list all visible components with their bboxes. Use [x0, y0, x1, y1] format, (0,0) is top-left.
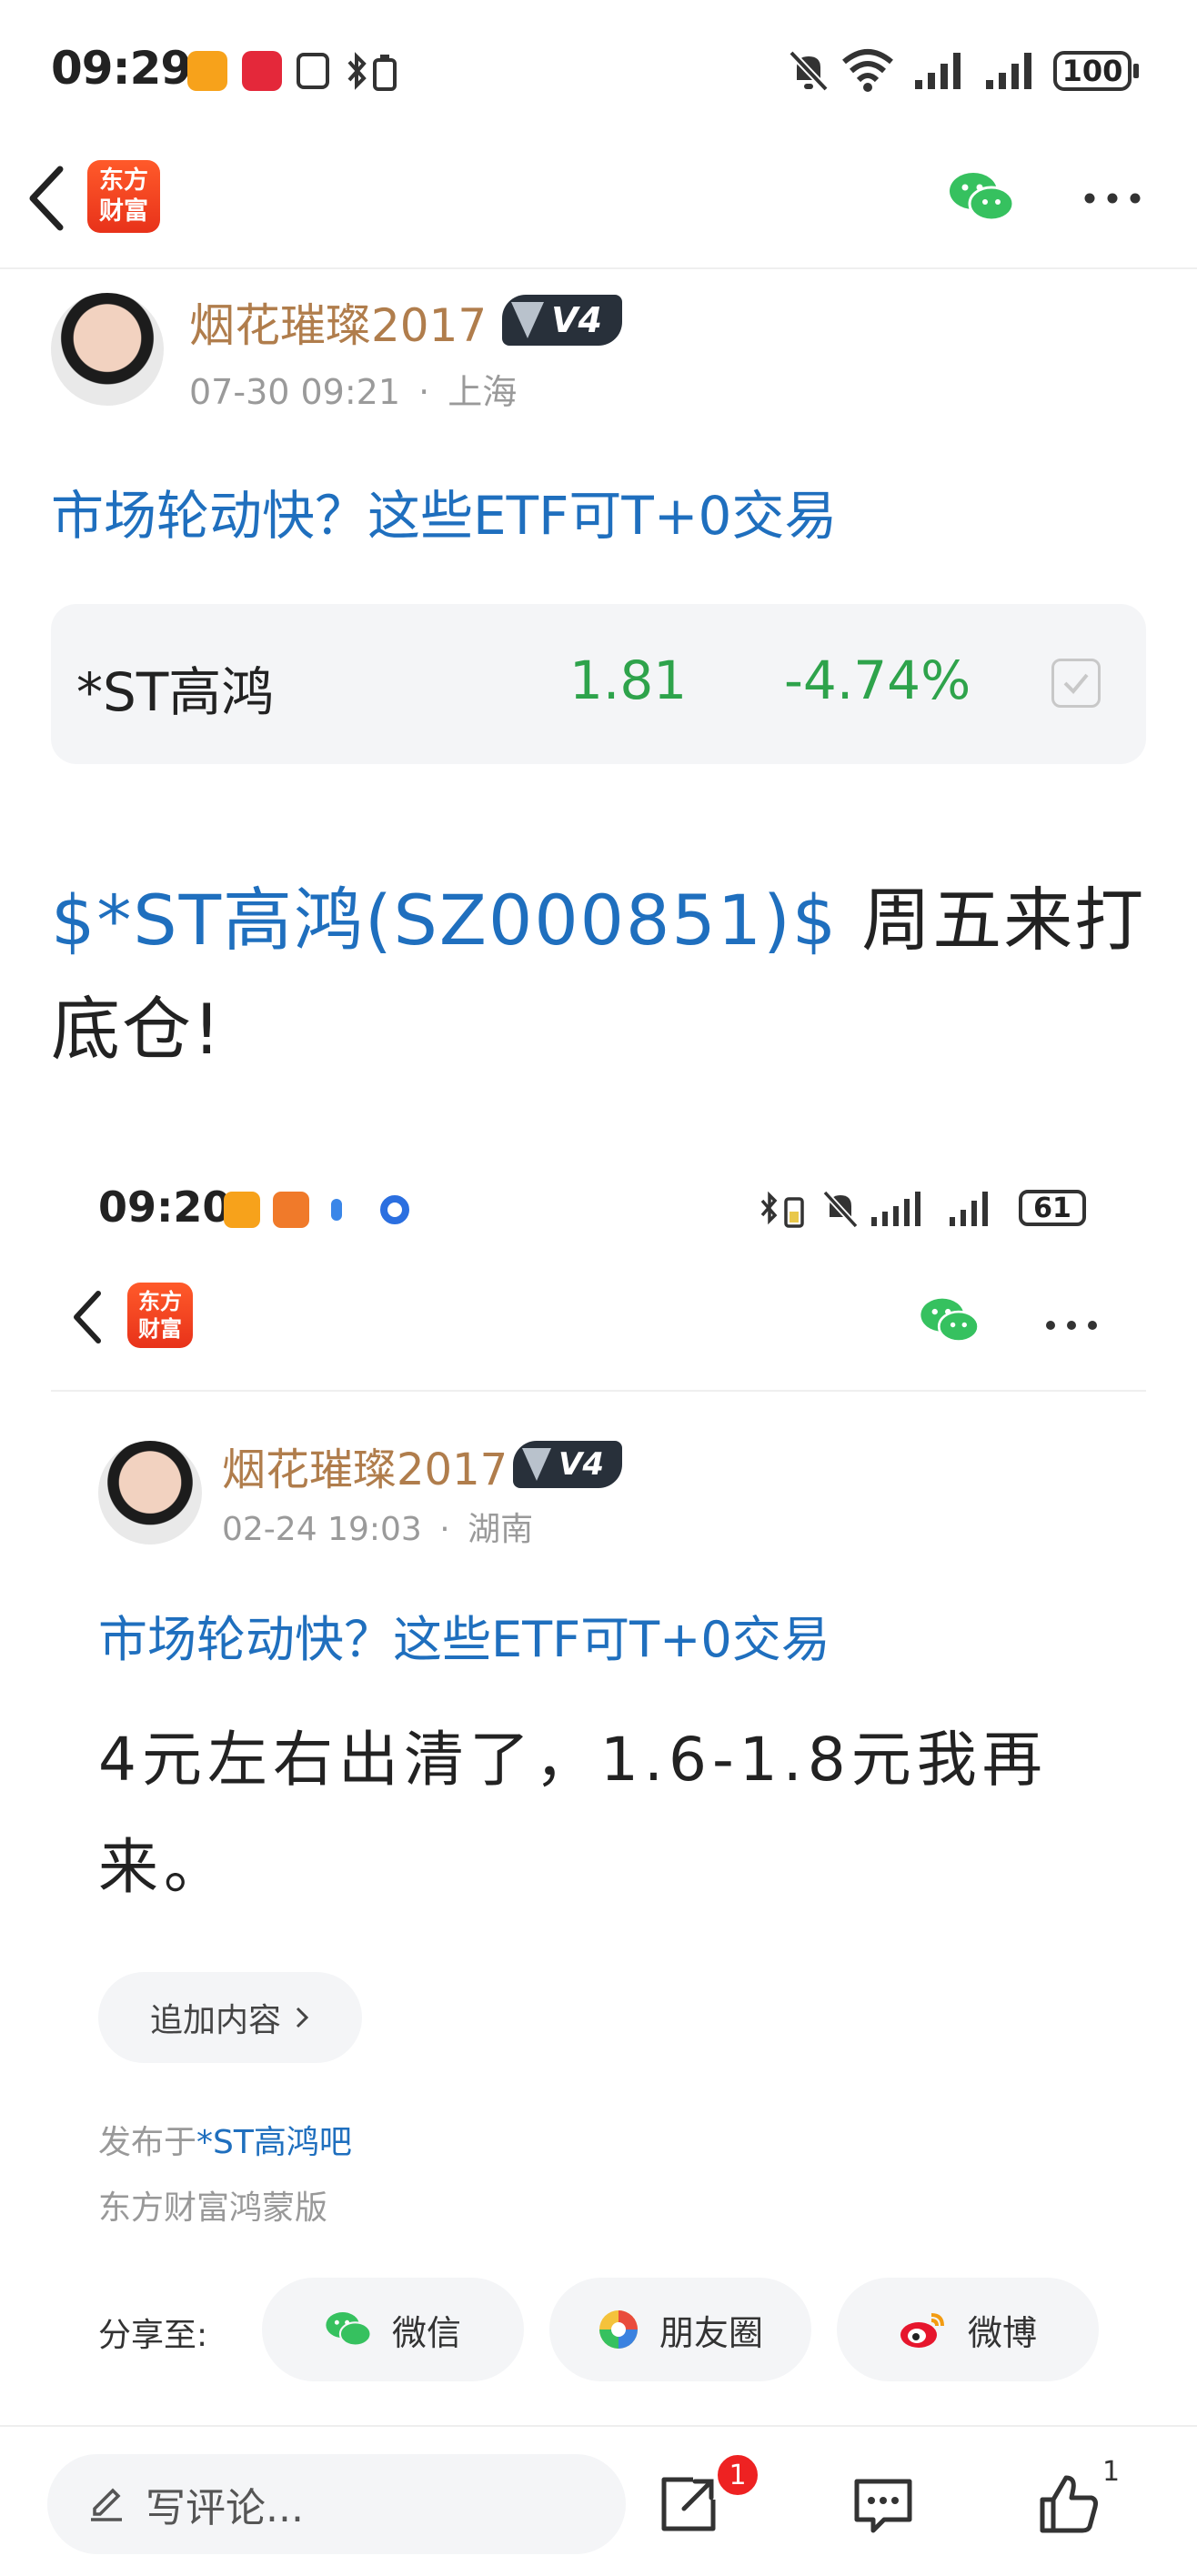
author-avatar[interactable] [51, 293, 164, 406]
meta-separator: · [418, 372, 430, 412]
eastmoney-logo: 东方 财富 [87, 160, 160, 233]
more-menu-icon[interactable] [1082, 191, 1142, 206]
embedded-post-location: 湖南 [468, 1511, 534, 1548]
embedded-promo-title: 市场轮动快？这些ETF可T+0交易 [98, 1611, 830, 1668]
embedded-share-moments-label: 朋友圈 [659, 2312, 763, 2353]
weibo-icon [900, 2313, 944, 2348]
embedded-share-wechat-label: 微信 [391, 2312, 461, 2353]
embedded-app-icon-2 [273, 1192, 309, 1228]
moments-icon [598, 2310, 638, 2349]
signal-icon-1 [915, 53, 961, 89]
header-divider [0, 267, 1197, 269]
status-time: 09:29 [51, 42, 192, 95]
app-header: 东方 财富 [0, 136, 1197, 267]
promo-title-link[interactable]: 市场轮动快？这些ETF可T+0交易 [51, 473, 837, 549]
add-watchlist-checkbox[interactable] [1051, 659, 1101, 708]
embedded-share-moments: 朋友圈 [549, 2278, 811, 2381]
chevron-right-icon [296, 2007, 309, 2028]
pencil-icon [91, 2488, 122, 2521]
embedded-battery-icon: 61 [1019, 1190, 1086, 1226]
embedded-level-badge: V4 [513, 1441, 622, 1488]
stock-quote-card[interactable]: *ST高鸿 1.81 -4.74% [51, 604, 1146, 764]
status-bar: 09:29 100 [0, 0, 1197, 136]
huawei-store-icon [242, 51, 282, 91]
embedded-more-icon [1046, 1321, 1097, 1330]
embedded-app-icon-4 [380, 1195, 409, 1224]
wifi-icon [842, 49, 893, 92]
embedded-wechat-icon [920, 1298, 980, 1343]
embedded-eastmoney-logo: 东方 财富 [127, 1283, 193, 1348]
logo-line-1: 东方 [99, 166, 148, 195]
embedded-screenshot: 09:20 61 东方 财富 烟花璀璨2017 V4 02-24 19:03 ·… [51, 1135, 1146, 2436]
level-text: V4 [551, 300, 602, 340]
stock-change: -4.74% [784, 649, 971, 711]
embedded-logo-line-1: 东方 [138, 1289, 182, 1314]
embedded-header-divider [51, 1390, 1146, 1392]
embedded-share-weibo: 微博 [837, 2278, 1099, 2381]
wechat-share-icon[interactable] [948, 169, 1015, 226]
embedded-logo-line-2: 财富 [138, 1316, 182, 1342]
author-username[interactable]: 烟花璀璨2017 [189, 289, 487, 355]
embedded-signal-icon-1 [871, 1192, 920, 1226]
embedded-client-info: 东方财富鸿蒙版 [98, 2189, 328, 2227]
embedded-status-time: 09:20 [98, 1182, 232, 1232]
stock-mention-link[interactable]: $*ST高鸿(SZ000851)$ [51, 880, 838, 961]
embedded-post-body: 4元左右出清了，1.6-1.8元我再来。 [98, 1725, 1048, 1902]
bottom-action-bar: 写评论... 1 1 [0, 2425, 1197, 2576]
stock-price: 1.81 [569, 649, 688, 711]
nfc-icon [297, 53, 329, 89]
embedded-published-prefix: 发布于 [98, 2124, 197, 2161]
embedded-back-arrow-icon [74, 1291, 101, 1343]
bluetooth-battery-icon [347, 52, 397, 91]
share-badge-count: 1 [729, 2459, 747, 2491]
like-icon[interactable] [1037, 2470, 1102, 2536]
embedded-share-label: 分享至: [98, 2317, 208, 2354]
embedded-level-badge-icon [522, 1448, 551, 1481]
embedded-bar-link: *ST高鸿吧 [196, 2124, 352, 2161]
post-meta: 07-30 09:21 · 上海 [189, 364, 517, 414]
post-location: 上海 [448, 372, 518, 412]
level-badge: V4 [502, 295, 622, 346]
embedded-mute-icon [822, 1190, 859, 1229]
back-arrow-icon[interactable] [24, 164, 69, 233]
embedded-append-content-button: 追加内容 [98, 1972, 362, 2063]
like-count: 1 [1102, 2456, 1121, 2488]
level-badge-icon [511, 302, 544, 338]
embedded-meta-separator: · [439, 1511, 450, 1548]
embedded-post-meta: 02-24 19:03 · 湖南 [222, 1503, 533, 1550]
logo-line-2: 财富 [99, 197, 148, 226]
mute-bell-icon [789, 50, 829, 92]
post-body: $*ST高鸿(SZ000851)$ 周五来打底仓! [51, 866, 1157, 1084]
embedded-author-avatar [98, 1441, 202, 1545]
comment-input[interactable]: 写评论... [47, 2454, 626, 2554]
embedded-append-label: 追加内容 [149, 2002, 281, 2039]
embedded-level-text: V4 [558, 1446, 604, 1483]
embedded-bluetooth-icon [760, 1191, 804, 1228]
battery-icon: 100 [1053, 51, 1132, 91]
wechat-icon [326, 2312, 372, 2347]
embedded-share-weibo-label: 微博 [967, 2312, 1037, 2353]
check-icon [1063, 673, 1089, 694]
embedded-share-wechat: 微信 [262, 2278, 524, 2381]
share-icon[interactable] [657, 2472, 720, 2536]
embedded-app-icon-3 [331, 1199, 342, 1221]
embedded-author-username: 烟花璀璨2017 [222, 1444, 508, 1495]
battery-tip [1133, 64, 1139, 78]
comment-placeholder: 写评论... [146, 2485, 304, 2531]
embedded-signal-icon-2 [950, 1192, 988, 1226]
comment-icon[interactable] [851, 2474, 915, 2538]
stock-name: *ST高鸿 [76, 661, 275, 723]
embedded-battery-level: 61 [1033, 1192, 1071, 1224]
signal-icon-2 [986, 53, 1031, 89]
share-count-badge: 1 [715, 2452, 760, 2498]
battery-level: 100 [1061, 54, 1123, 88]
embedded-published-in: 发布于*ST高鸿吧 [98, 2116, 352, 2163]
app-notification-icon [187, 51, 227, 91]
embedded-post-date: 02-24 19:03 [222, 1511, 422, 1548]
embedded-app-icon-1 [224, 1192, 260, 1228]
post-date: 07-30 09:21 [189, 372, 401, 412]
